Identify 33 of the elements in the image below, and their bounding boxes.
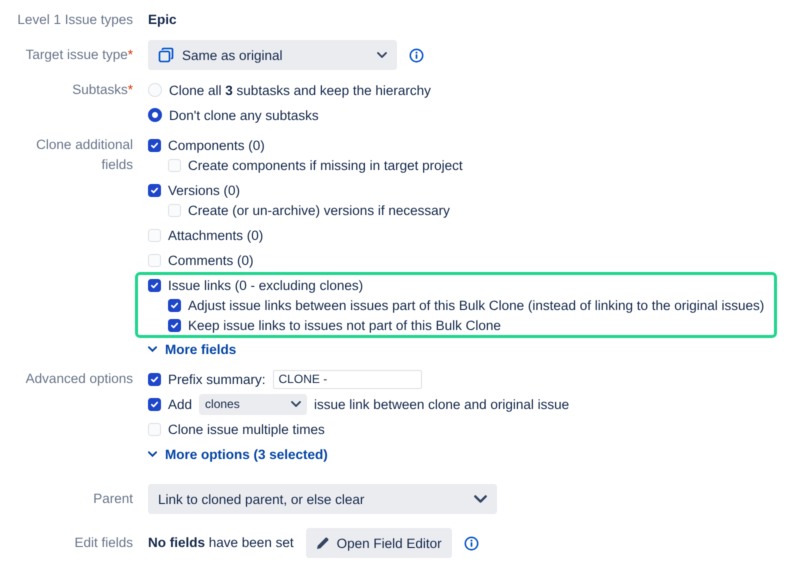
link-type-select[interactable]: clones xyxy=(199,394,308,414)
field-label: Edit fields xyxy=(74,535,133,550)
field-value: Epic xyxy=(148,11,178,29)
expand-link[interactable]: More options (3 selected) xyxy=(148,444,328,464)
field-label: Subtasks xyxy=(72,82,128,97)
expand-link[interactable]: More fields xyxy=(148,339,236,359)
option-label: Clone issue multiple times xyxy=(168,422,325,436)
dropdown-select[interactable]: Link to cloned parent, or else clear xyxy=(148,484,497,514)
option-label: Add xyxy=(168,396,192,412)
option-label: issue link between clone and original issue xyxy=(314,396,570,412)
required-mark: * xyxy=(128,47,133,62)
field-label: Target issue type xyxy=(26,47,128,62)
option-label: Comments (0) xyxy=(168,252,254,268)
option-label: Create components if missing in target project xyxy=(188,158,463,172)
prefix-input-field[interactable]: CLONE - xyxy=(272,370,422,388)
option-label: Issue links (0 - excluding clones) xyxy=(168,278,364,292)
dropdown-select[interactable]: Same as original xyxy=(148,40,397,70)
field-label: Advanced options xyxy=(26,371,133,386)
option-label: Create (or un-archive) versions if necessary xyxy=(188,202,450,218)
option-label: Keep issue links to issues not part of this Bulk Clone xyxy=(188,318,501,332)
option-label: Components (0) xyxy=(168,138,265,152)
option-label: Versions (0) xyxy=(168,182,240,198)
field-label: Parent xyxy=(93,491,133,506)
option-label: Attachments (0) xyxy=(168,228,264,242)
option-label: Adjust issue links between issues part of this Bulk Clone (instead of linking to the original issues) xyxy=(188,298,764,312)
option-label: Clone all 3 subtasks and keep the hierarchy xyxy=(169,82,431,98)
required-mark: * xyxy=(128,82,133,97)
option-label: Prefix summary: xyxy=(168,372,266,386)
field-label: Level 1 Issue types xyxy=(17,12,133,27)
fields-status-text: No fields have been set xyxy=(148,534,294,552)
field-label: Clone additional fields xyxy=(36,137,133,172)
option-label: Don't clone any subtasks xyxy=(169,108,319,122)
open-field-editor-button[interactable]: Open Field Editor xyxy=(306,528,452,558)
